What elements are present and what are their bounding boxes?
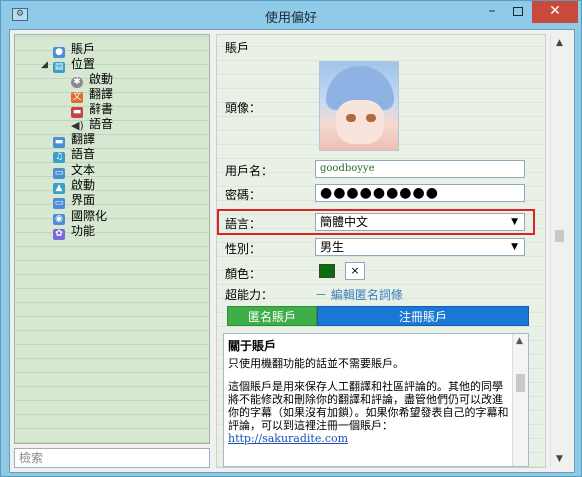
tree-item-account[interactable]: ● 賬戶 [53, 42, 96, 58]
gender-select[interactable]: 男生 ▼ [315, 238, 525, 256]
avatar-label: 頭像： [225, 101, 262, 115]
client-area: ● 賬戶 ◢ ▤ 位置 ✱ 啟動 文翻譯 ▬ 辭書 ◀) 語音 ▬ 翻譯 ♫ 語音 ▭ 文本 ▲… [9, 29, 575, 473]
tree-item-label: 啟動 [89, 72, 114, 86]
password-field[interactable]: ●●●●●●●●● [315, 184, 525, 202]
language-select[interactable]: 簡體中文 ▼ [315, 213, 525, 231]
tree-item-label: 位置 [71, 57, 96, 71]
color-clear-button[interactable]: × [345, 262, 365, 280]
about-account-box: 關于賬戶 只使用機翻功能的話並不需要賬戶。 這個賬戶是用來保存人工翻譯和社區評論… [223, 333, 529, 467]
password-label: 密碼： [225, 188, 262, 202]
preferences-window: ⚙ 使用偏好 – ✕ ● 賬戶 ◢ ▤ 位置 ✱ 啟動 文翻譯 ▬ 辭書 ◀) 語音 ▬ 翻… [0, 0, 582, 477]
anonymous-account-button[interactable]: 匿名賬戶 [227, 306, 317, 326]
avatar[interactable] [319, 61, 399, 151]
about-line2: 這個賬戶是用來保存人工翻譯和社區評論的。其他的同學將不能修改和刪除你的翻譯和評論… [228, 380, 509, 432]
tree-item-label: 國際化 [71, 209, 108, 223]
tree-item-interface[interactable]: ▭ 界面 [53, 193, 96, 209]
tree-item-label: 文本 [71, 163, 96, 177]
feature-icon: ✿ [53, 229, 65, 240]
gender-label: 性別： [225, 242, 262, 256]
username-label: 用戶名： [225, 164, 274, 178]
tree-item-i18n[interactable]: ◉ 國際化 [53, 209, 108, 225]
tree-item-voice-sub[interactable]: ◀) 語音 [71, 117, 113, 132]
edit-anonymous-link[interactable]: － 編輯匿名詞條 [315, 286, 403, 303]
maximize-button[interactable] [505, 1, 531, 23]
about-title: 關于賬戶 [228, 339, 277, 353]
tree-item-label: 翻譯 [71, 132, 96, 146]
about-content: 關于賬戶 只使用機翻功能的話並不需要賬戶。 這個賬戶是用來保存人工翻譯和社區評論… [228, 339, 510, 446]
minimize-button[interactable]: – [479, 1, 505, 23]
account-panel: 賬戶 頭像： 用戶名： goodboyye 密碼： ●●●●●●●●● 語言： … [216, 34, 546, 468]
title-bar: ⚙ 使用偏好 – ✕ [1, 1, 581, 29]
register-url-link[interactable]: http://sakuradite.com [228, 432, 510, 445]
language-value: 簡體中文 [320, 215, 369, 229]
tree-item-label: 賬戶 [71, 42, 96, 56]
tree-item-label: 啟動 [71, 178, 96, 192]
register-account-button[interactable]: 注冊賬戶 [317, 306, 529, 326]
tree-item-label: 語音 [71, 147, 96, 161]
maximize-icon [513, 7, 523, 16]
scroll-thumb[interactable] [516, 374, 525, 392]
tree-item-translate-sub[interactable]: 文翻譯 [71, 87, 114, 103]
close-button[interactable]: ✕ [532, 1, 578, 23]
tree-item-label: 界面 [71, 193, 96, 207]
folder-icon: ▤ [53, 62, 65, 73]
tree-item-feature[interactable]: ✿ 功能 [53, 224, 96, 240]
search-input[interactable]: 檢索 [14, 448, 210, 468]
about-scrollbar[interactable]: ▲ [512, 334, 528, 466]
tree-item-dictionary[interactable]: ▬ 辭書 [71, 102, 114, 118]
tree-item-translate[interactable]: ▬ 翻譯 [53, 132, 96, 148]
tree-item-location[interactable]: ▤ 位置 [53, 57, 96, 73]
avatar-eye [346, 114, 356, 122]
music-icon: ♫ [53, 152, 65, 163]
main-scrollbar[interactable]: ▲ ▼ [550, 34, 567, 468]
about-line1: 只使用機翻功能的話並不需要賬戶。 [228, 357, 404, 370]
ability-label: 超能力： [225, 288, 274, 302]
tree-item-label: 辭書 [89, 102, 114, 116]
tree-item-voice[interactable]: ♫ 語音 [53, 147, 96, 163]
speaker-icon: ◀) [71, 119, 84, 132]
settings-tree: ● 賬戶 ◢ ▤ 位置 ✱ 啟動 文翻譯 ▬ 辭書 ◀) 語音 ▬ 翻譯 ♫ 語音 ▭ 文本 ▲… [14, 34, 210, 444]
window-icon: ▭ [53, 198, 65, 209]
section-title: 賬戶 [225, 41, 250, 55]
color-label: 顏色： [225, 267, 262, 281]
scroll-up-icon[interactable]: ▲ [516, 336, 523, 346]
dropdown-arrow-icon: ▼ [511, 242, 518, 252]
tree-item-label: 翻譯 [89, 87, 114, 101]
dropdown-arrow-icon: ▼ [511, 217, 518, 227]
tree-item-launch-sub[interactable]: ✱ 啟動 [71, 72, 114, 88]
tree-item-label: 語音 [89, 117, 114, 131]
tree-item-label: 功能 [71, 224, 96, 238]
color-swatch[interactable] [319, 264, 335, 278]
language-label: 語言： [225, 217, 262, 231]
tree-item-launch[interactable]: ▲ 啟動 [53, 178, 96, 194]
scroll-thumb[interactable] [555, 230, 564, 242]
avatar-eye [366, 114, 376, 122]
gender-value: 男生 [320, 240, 345, 254]
scroll-down-icon[interactable]: ▼ [556, 454, 563, 464]
username-field[interactable]: goodboyye [315, 160, 525, 178]
tree-item-text[interactable]: ▭ 文本 [53, 163, 96, 179]
scroll-up-icon[interactable]: ▲ [556, 38, 563, 48]
collapse-arrow-icon[interactable]: ◢ [41, 60, 48, 70]
avatar-face [336, 100, 384, 144]
